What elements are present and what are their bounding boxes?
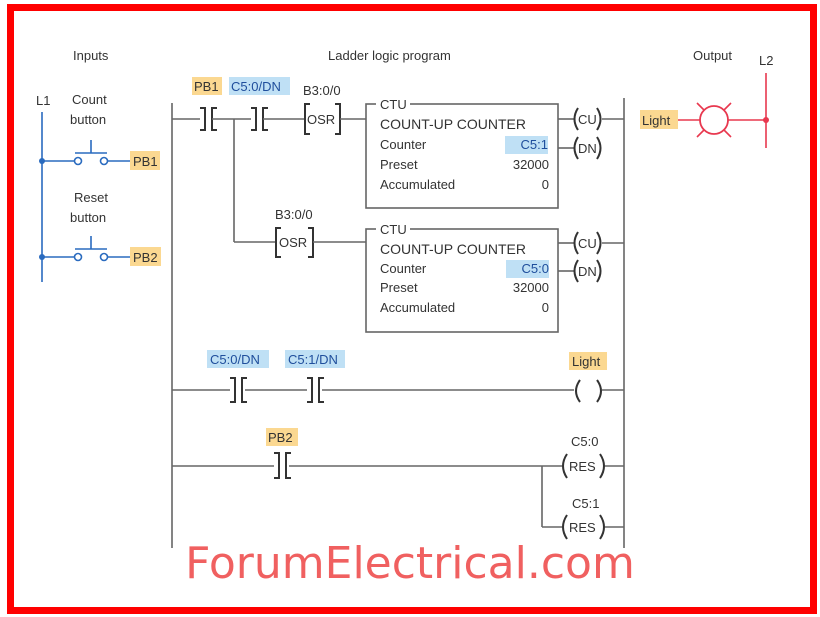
program-heading: Ladder logic program [328,48,451,63]
output-light-tag: Light [642,113,671,128]
rung2-contact-c51dn[interactable] [307,377,324,403]
reset-button-label-1: Reset [74,190,108,205]
rung2-contact-c51dn-label: C5:1/DN [288,352,338,367]
reset-button-label-2: button [70,210,106,225]
counter1-type: CTU [380,97,407,112]
l1-label: L1 [36,93,50,108]
pb2-input-tag: PB2 [133,250,158,265]
counter1-accumulated-label: Accumulated [380,177,455,192]
branch-osr-address: B3:0/0 [275,207,313,222]
output-heading: Output [693,48,732,63]
inputs-heading: Inputs [73,48,109,63]
counter2-preset-value: 32000 [513,280,549,295]
counter1-counter-label: Counter [380,137,427,152]
counter2-counter-value: C5:0 [522,261,549,276]
rung3-contact-pb2[interactable] [274,452,291,479]
rung3-res2-label: RES [569,520,596,535]
rung1-contact-c50dn-label: C5:0/DN [231,79,281,94]
count-pushbutton-icon [39,140,130,166]
rung1-osr-address: B3:0/0 [303,83,341,98]
l2-label: L2 [759,53,773,68]
counter1-preset-value: 32000 [513,157,549,172]
counter1-cu-label: CU [578,112,597,127]
counter2-counter-label: Counter [380,261,427,276]
lamp-icon [678,102,769,138]
counter2-preset-label: Preset [380,280,418,295]
rung3-res1-label: RES [569,459,596,474]
rung2-light-coil-label: Light [572,354,601,369]
reset-pushbutton-icon [39,236,130,262]
counter2-dn-label: DN [578,264,597,279]
counter2-title: COUNT-UP COUNTER [380,241,526,257]
counter2-type: CTU [380,222,407,237]
counter1-title: COUNT-UP COUNTER [380,116,526,132]
rung2-light-output-coil[interactable] [575,379,602,403]
counter2-accumulated-label: Accumulated [380,300,455,315]
count-button-label-2: button [70,112,106,127]
branch-osr-label: OSR [279,235,307,250]
pb1-input-tag: PB1 [133,154,158,169]
rung1-contact-pb1-label: PB1 [194,79,219,94]
counter1-accumulated-value: 0 [542,177,549,192]
count-button-label-1: Count [72,92,107,107]
watermark-text: ForumElectrical.com [185,538,635,589]
counter1-preset-label: Preset [380,157,418,172]
rung2-contact-c50dn[interactable] [230,377,247,403]
rung1-osr-label: OSR [307,112,335,127]
rung2-contact-c50dn-label: C5:0/DN [210,352,260,367]
counter1-counter-value: C5:1 [521,137,548,152]
rung3-res1-address: C5:0 [571,434,598,449]
rung3-res2-address: C5:1 [572,496,599,511]
ladder-diagram: Inputs Ladder logic program Output L1 Co… [36,48,773,548]
counter2-accumulated-value: 0 [542,300,549,315]
rung3-contact-pb2-label: PB2 [268,430,293,445]
counter1-dn-label: DN [578,141,597,156]
counter2-cu-label: CU [578,236,597,251]
